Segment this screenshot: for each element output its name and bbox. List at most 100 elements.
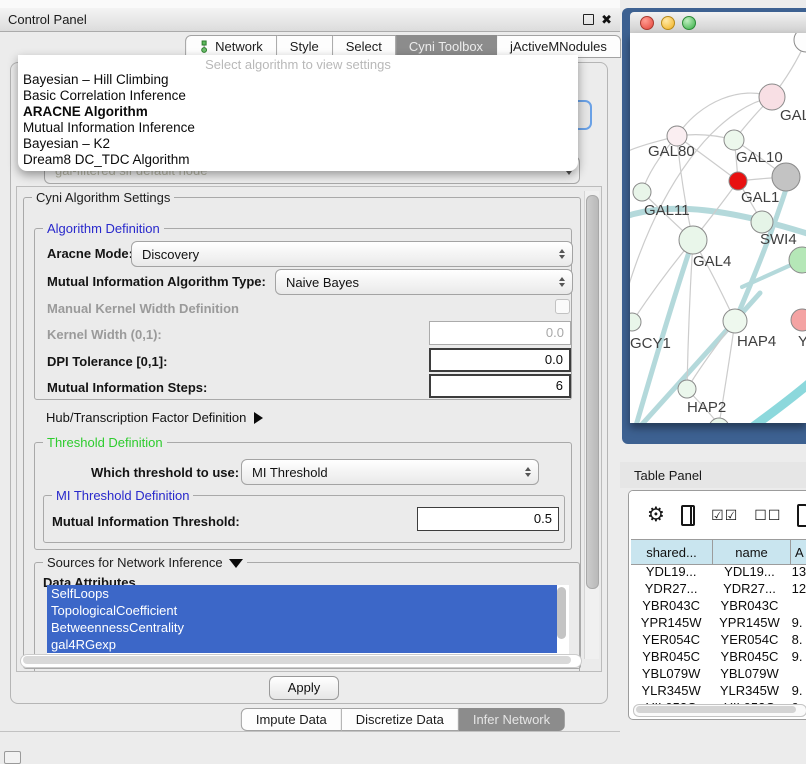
mi-threshold-field[interactable]: 0.5 [417,507,559,531]
table-cell: YBR043C [711,597,787,614]
algorithm-definition-group: Algorithm Definition Aracne Mode: Discov… [34,228,572,400]
zoom-traffic-light-icon[interactable] [682,16,696,30]
threshold-definition-title: Threshold Definition [43,435,167,450]
bottom-tab-impute-data[interactable]: Impute Data [241,708,342,731]
algorithm-option-basic-correlation-inference[interactable]: Basic Correlation Inference [18,88,578,104]
kernel-width-label: Kernel Width (0,1): [47,327,162,342]
which-threshold-combo[interactable]: MI Threshold [241,459,539,485]
network-node-swi4[interactable] [751,211,773,233]
table-row[interactable]: YBR045CYBR045C9. [631,648,806,665]
control-panel-title: Control Panel [0,12,87,27]
network-node-hap2[interactable] [678,380,696,398]
algorithm-option-bayesian-hill-climbing[interactable]: Bayesian – Hill Climbing [18,72,578,88]
table-row[interactable]: YDL19...YDL19...13 [631,563,806,580]
algorithm-option-mutual-information-inference[interactable]: Mutual Information Inference [18,120,578,136]
gear-icon[interactable]: ⚙ [647,505,665,525]
tab-label: jActiveMNodules [510,39,607,54]
column-header-name[interactable]: name [713,540,791,564]
network-node-gcy1[interactable] [630,313,641,331]
mi-algorithm-type-combo[interactable]: Naive Bayes [275,269,573,295]
column-header-a[interactable]: A [791,540,806,564]
table-panel-bar: Table Panel [620,462,806,488]
attribute-item-betweennesscentrality[interactable]: BetweennessCentrality [47,619,557,636]
algorithm-option-dream8-dc-tdc-algorithm[interactable]: Dream8 DC_TDC Algorithm [18,152,578,168]
network-node[interactable] [789,247,806,273]
float-window-icon[interactable] [583,14,594,25]
table-hscroll-thumb[interactable] [636,706,796,713]
node-label-gal1: GAL1 [741,189,779,206]
mi-algorithm-type-label: Mutual Information Algorithm Type: [47,274,266,289]
table-row[interactable]: YLR345WYLR345W9. [631,682,806,699]
table-cell: YBR045C [711,648,787,665]
table-panel-title: Table Panel [620,468,702,483]
node-label-gal11: GAL11 [644,202,690,219]
checked-boxes-icon[interactable]: ☑☑ [711,507,738,524]
attribute-item-topologicalcoefficient[interactable]: TopologicalCoefficient [47,602,557,619]
table-row[interactable]: YPR145WYPR145W9. [631,614,806,631]
table-window: ⚙ ☑☑ ☐☐ shared...nameA YDL19...YDL19...1… [628,490,806,720]
sources-group-title[interactable]: Sources for Network Inference [43,555,247,570]
settings-vscroll-thumb[interactable] [586,195,599,589]
close-icon[interactable]: ✖ [601,15,612,25]
network-node-gal4[interactable] [679,226,707,254]
bottom-tabstrip: Impute DataDiscretize DataInfer Network [241,708,565,731]
table-horizontal-scrollbar[interactable] [633,704,806,717]
attribute-item-selfloops[interactable]: SelfLoops [47,585,557,602]
network-node-gal10[interactable] [724,130,744,150]
network-node[interactable] [772,163,800,191]
hub-definition-label: Hub/Transcription Factor Definition [46,410,246,425]
table-cell: YDR27... [711,580,787,597]
kernel-width-field[interactable]: 0.0 [429,321,571,345]
manual-kernel-label: Manual Kernel Width Definition [47,301,239,316]
attribute-item-gal4rgexp[interactable]: gal4RGexp [47,636,557,653]
bottom-tab-infer-network[interactable]: Infer Network [459,708,565,731]
bottom-tab-discretize-data[interactable]: Discretize Data [342,708,459,731]
settings-vertical-scrollbar[interactable] [584,191,599,659]
aracne-mode-combo[interactable]: Discovery [131,241,573,267]
tab-label: Select [346,39,382,54]
minimize-traffic-light-icon[interactable] [661,16,675,30]
network-node[interactable] [794,33,806,52]
document-icon[interactable] [797,504,806,527]
network-graph: GALGAL80GAL10GAL1GAL11SWI4GAL4GCY1HAP4YH… [630,33,806,423]
network-window-titlebar[interactable] [630,12,806,33]
mi-steps-field[interactable]: 6 [429,374,571,398]
table-cell: YLR345W [631,682,711,699]
attributes-list-scrollbar[interactable] [557,587,566,639]
close-traffic-light-icon[interactable] [640,16,654,30]
network-node-gal11[interactable] [633,183,651,201]
manual-kernel-checkbox[interactable] [555,299,570,314]
settings-hscroll-thumb[interactable] [23,656,571,664]
network-view[interactable]: GALGAL80GAL10GAL1GAL11SWI4GAL4GCY1HAP4YH… [630,33,806,423]
which-threshold-label: Which threshold to use: [91,465,239,480]
table-row[interactable]: YBL079WYBL079W [631,665,806,682]
network-edge [677,93,772,136]
network-node-hap4[interactable] [723,309,747,333]
resize-grip[interactable] [4,751,21,764]
split-columns-icon[interactable] [681,505,695,526]
apply-button[interactable]: Apply [269,676,339,700]
node-label-gal: GAL [780,107,806,124]
hub-definition-toggle[interactable]: Hub/Transcription Factor Definition [46,410,263,425]
table-row[interactable]: YER054CYER054C8. [631,631,806,648]
control-panel-titlebar: Control Panel ✖ [0,8,620,32]
network-node-y[interactable] [791,309,806,331]
network-node-gal1[interactable] [729,172,747,190]
network-node[interactable] [709,418,729,423]
mi-algorithm-type-value: Naive Bayes [276,275,359,290]
algorithm-option-aracne-algorithm[interactable]: ARACNE Algorithm [18,104,578,120]
table-row[interactable]: YBR043CYBR043C [631,597,806,614]
sources-title-text: Sources for Network Inference [47,555,223,570]
cyni-settings-group-title: Cyni Algorithm Settings [32,190,174,205]
expand-right-icon [254,412,263,424]
settings-horizontal-scrollbar[interactable] [20,654,582,668]
table-cell: YBL079W [711,665,787,682]
dpi-tolerance-field[interactable]: 0.0 [429,348,571,372]
algorithm-option-bayesian-k2[interactable]: Bayesian – K2 [18,136,578,152]
table-row[interactable]: YDR27...YDR27...12 [631,580,806,597]
node-label-y: Y [798,333,806,350]
table-cell: 9. [788,682,806,699]
network-icon [199,40,210,53]
column-header-shared-[interactable]: shared... [631,540,713,564]
unchecked-boxes-icon[interactable]: ☐☐ [754,507,781,524]
